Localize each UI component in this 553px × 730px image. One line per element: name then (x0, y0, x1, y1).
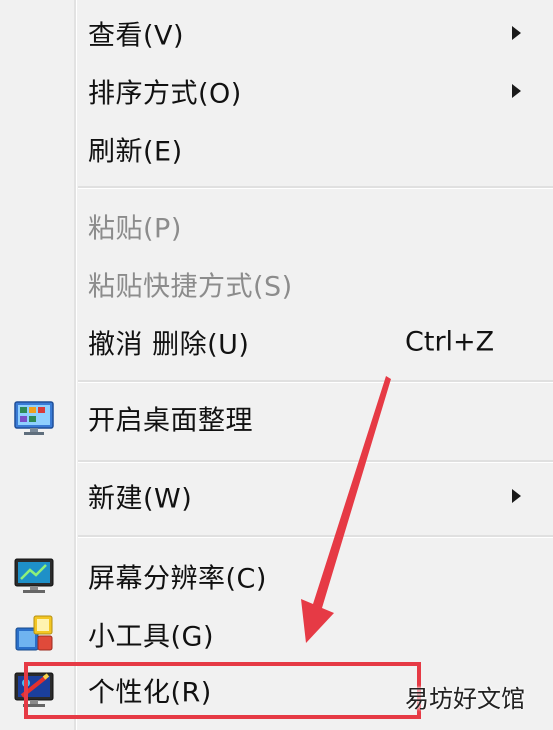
menu-item-desktop-organize[interactable]: 开启桌面整理 (0, 393, 553, 443)
menu-item-label: 粘贴(P) (88, 213, 182, 245)
menu-item-label: 屏幕分辨率(C) (88, 563, 267, 595)
menu-item-undo-delete[interactable]: 撤消 删除(U) Ctrl+Z (0, 317, 553, 367)
menu-item-screen-resolution[interactable]: 屏幕分辨率(C) (0, 551, 553, 601)
submenu-arrow-icon (512, 84, 521, 98)
menu-item-view[interactable]: 查看(V) (0, 8, 553, 58)
menu-separator (78, 186, 553, 189)
menu-item-label: 撤消 删除(U) (88, 329, 250, 361)
menu-item-label: 查看(V) (88, 20, 185, 52)
annotation-highlight-box (24, 662, 421, 719)
gadgets-icon (12, 612, 56, 656)
menu-separator (78, 535, 553, 538)
menu-item-label: 排序方式(O) (88, 78, 242, 110)
menu-item-paste-shortcut: 粘贴快捷方式(S) (0, 259, 553, 309)
menu-item-gadgets[interactable]: 小工具(G) (0, 609, 553, 659)
menu-item-new[interactable]: 新建(W) (0, 471, 553, 521)
menu-item-label: 刷新(E) (88, 136, 183, 168)
screen-resolution-icon (12, 554, 56, 598)
menu-item-paste: 粘贴(P) (0, 201, 553, 251)
menu-item-sort-by[interactable]: 排序方式(O) (0, 66, 553, 116)
menu-item-label: 新建(W) (88, 483, 193, 515)
submenu-arrow-icon (512, 489, 521, 503)
menu-item-label: 开启桌面整理 (88, 405, 253, 437)
menu-item-label: 粘贴快捷方式(S) (88, 271, 293, 303)
shortcut-key-label: Ctrl+Z (405, 326, 495, 358)
watermark-text: 易坊好文馆 (405, 685, 525, 713)
desktop-organize-icon (12, 396, 56, 440)
submenu-arrow-icon (512, 26, 521, 40)
menu-separator (78, 460, 553, 463)
menu-separator (78, 380, 553, 383)
desktop-context-menu: 查看(V) 排序方式(O) 刷新(E) 粘贴(P) 粘贴快捷方式(S) 撤消 删… (0, 0, 553, 730)
menu-item-label: 小工具(G) (88, 621, 214, 653)
menu-item-refresh[interactable]: 刷新(E) (0, 124, 553, 174)
